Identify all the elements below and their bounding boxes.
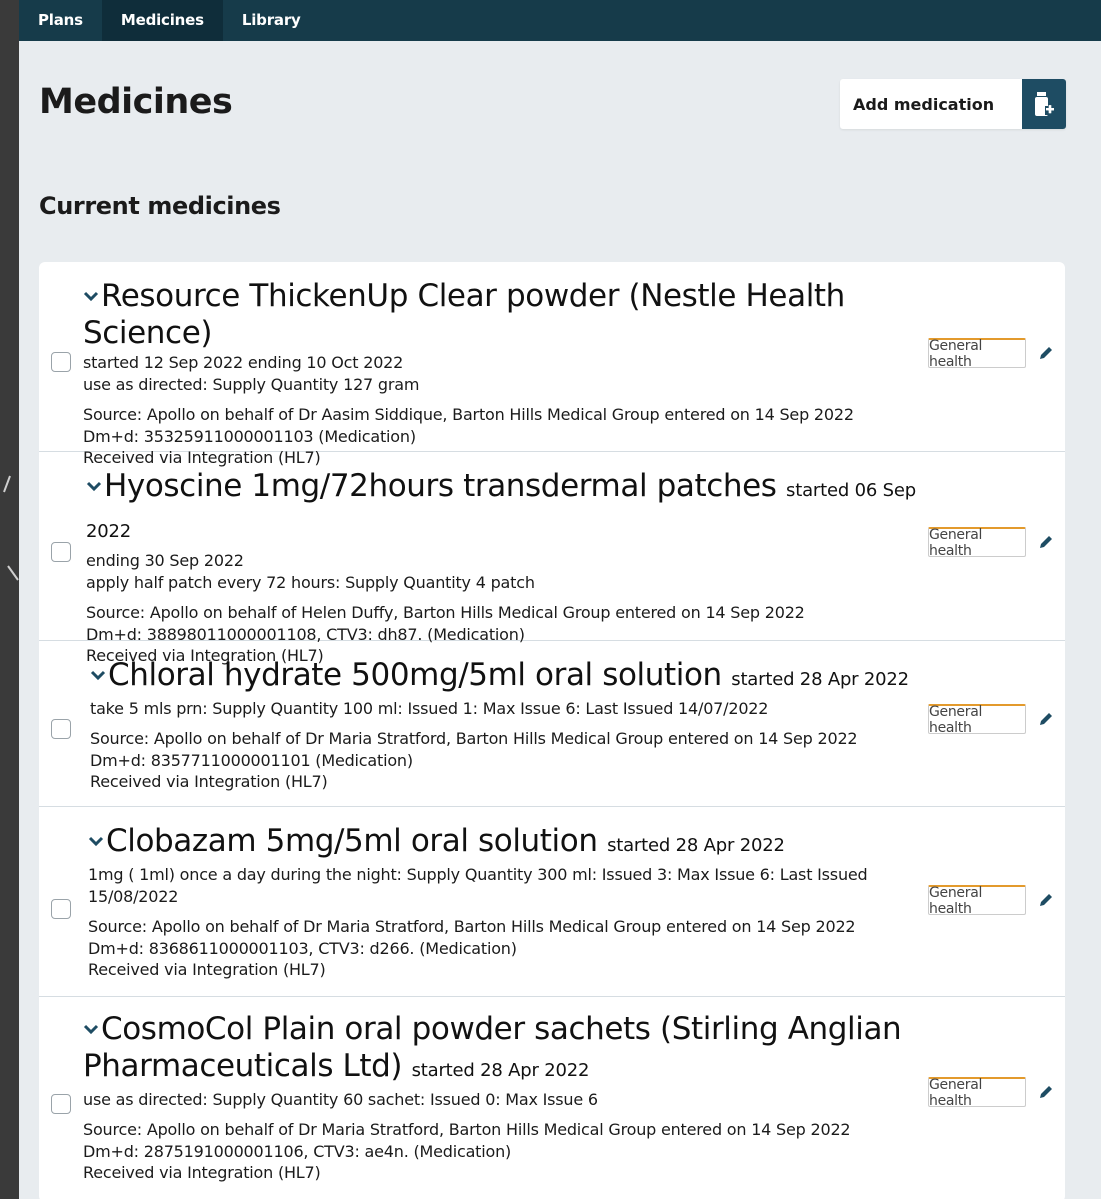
medicine-select-checkbox[interactable] <box>51 899 71 919</box>
category-tag[interactable]: General health <box>928 704 1026 736</box>
pencil-icon[interactable] <box>1038 892 1054 908</box>
received-via: Received via Integration (HL7) <box>88 960 326 979</box>
medicine-name: Resource ThickenUp Clear powder (Nestle … <box>83 278 845 351</box>
medicine-details: CosmoCol Plain oral powder sachets (Stir… <box>83 1011 915 1184</box>
category-tag[interactable]: General health <box>928 885 1026 917</box>
add-medication-button[interactable]: Add medication <box>840 79 1066 129</box>
medicine-select-checkbox[interactable] <box>51 719 71 739</box>
medicine-title[interactable]: Clobazam 5mg/5ml oral solution started 2… <box>88 823 915 864</box>
medicine-last-issued: 15/08/2022 <box>88 887 179 906</box>
pencil-icon[interactable] <box>1038 711 1054 727</box>
medicine-name: Clobazam 5mg/5ml oral solution <box>106 823 598 859</box>
medicine-dosage: take 5 mls prn: Supply Quantity 100 ml: … <box>90 699 769 718</box>
medicine-dates: started 12 Sep 2022 ending 10 Oct 2022 <box>83 353 404 372</box>
category-tag[interactable]: General health <box>928 338 1026 370</box>
medicine-details: Clobazam 5mg/5ml oral solution started 2… <box>88 823 915 981</box>
source-line: Source: Apollo on behalf of Dr Maria Str… <box>90 729 858 748</box>
chevron-down-icon[interactable] <box>90 669 106 681</box>
medicine-started: started 28 Apr 2022 <box>411 1060 590 1081</box>
chevron-down-icon[interactable] <box>83 1023 99 1035</box>
medicine-row: CosmoCol Plain oral powder sachets (Stir… <box>39 997 1065 1199</box>
medicine-source: Source: Apollo on behalf of Dr Maria Str… <box>90 728 945 793</box>
medicine-details: Resource ThickenUp Clear powder (Nestle … <box>83 278 915 469</box>
medicine-source: Source: Apollo on behalf of Dr Maria Str… <box>88 916 915 981</box>
nav-tab-medicines[interactable]: Medicines <box>101 0 223 41</box>
received-via: Received via Integration (HL7) <box>90 772 328 791</box>
source-line: Source: Apollo on behalf of Dr Maria Str… <box>83 1120 851 1139</box>
medicine-started: started 28 Apr 2022 <box>731 669 909 690</box>
medicine-name: Chloral hydrate 500mg/5ml oral solution <box>108 657 722 693</box>
medicine-dosage: 1mg ( 1ml) once a day during the night: … <box>88 865 868 884</box>
medicine-dosage: apply half patch every 72 hours: Supply … <box>86 573 535 592</box>
medicine-row: Hyoscine 1mg/72hours transdermal patches… <box>39 452 1065 665</box>
received-via: Received via Integration (HL7) <box>83 1163 321 1182</box>
app-window: Plans Medicines Library Medicines Add me… <box>19 0 1101 1199</box>
medicine-source: Source: Apollo on behalf of Dr Maria Str… <box>83 1119 915 1184</box>
medicine-title[interactable]: Resource ThickenUp Clear powder (Nestle … <box>83 278 915 352</box>
add-medicine-icon <box>1022 79 1066 129</box>
source-line: Source: Apollo on behalf of Helen Duffy,… <box>86 603 805 622</box>
dmd-code: Dm+d: 35325911000001103 (Medication) <box>83 426 416 446</box>
medicine-row: Resource ThickenUp Clear powder (Nestle … <box>39 262 1065 467</box>
nav-tab-plans[interactable]: Plans <box>19 0 102 41</box>
medicine-select-checkbox[interactable] <box>51 1094 71 1114</box>
dmd-code: Dm+d: 2875191000001106, CTV3: ae4n. (Med… <box>83 1141 512 1161</box>
medicine-title[interactable]: Hyoscine 1mg/72hours transdermal patches… <box>86 468 945 550</box>
category-tag[interactable]: General health <box>928 527 1026 559</box>
pencil-icon[interactable] <box>1038 534 1054 550</box>
medicine-name: Hyoscine 1mg/72hours transdermal patches <box>104 468 777 504</box>
dmd-code: Dm+d: 8368611000001103, CTV3: d266. (Med… <box>88 938 517 958</box>
chevron-down-icon[interactable] <box>83 290 99 302</box>
medicine-started: started 28 Apr 2022 <box>607 835 785 856</box>
source-line: Source: Apollo on behalf of Dr Aasim Sid… <box>83 405 854 424</box>
medicine-details: Hyoscine 1mg/72hours transdermal patches… <box>86 468 945 667</box>
side-decoration <box>3 475 19 581</box>
medicine-title[interactable]: CosmoCol Plain oral powder sachets (Stir… <box>83 1011 915 1089</box>
medicine-row: Clobazam 5mg/5ml oral solution started 2… <box>39 807 1065 997</box>
nav-tab-library[interactable]: Library <box>223 0 320 41</box>
medicine-title[interactable]: Chloral hydrate 500mg/5ml oral solution … <box>90 657 945 698</box>
medicine-select-checkbox[interactable] <box>51 352 71 372</box>
dmd-code: Dm+d: 8357711000001101 (Medication) <box>90 750 413 770</box>
medicine-dosage: use as directed: Supply Quantity 60 sach… <box>83 1090 598 1109</box>
medicine-select-checkbox[interactable] <box>51 542 71 562</box>
section-title-current-medicines: Current medicines <box>39 192 281 220</box>
page-title: Medicines <box>39 82 233 122</box>
add-medication-label: Add medication <box>853 94 995 114</box>
pencil-icon[interactable] <box>1038 345 1054 361</box>
medicine-row: Chloral hydrate 500mg/5ml oral solution … <box>39 641 1065 807</box>
medicine-dosage: use as directed: Supply Quantity 127 gra… <box>83 375 420 394</box>
medicine-dates: ending 30 Sep 2022 <box>86 551 244 570</box>
medicine-list: Resource ThickenUp Clear powder (Nestle … <box>39 262 1065 1199</box>
source-line: Source: Apollo on behalf of Dr Maria Str… <box>88 917 856 936</box>
top-navigation: Plans Medicines Library <box>19 0 1101 41</box>
medicine-details: Chloral hydrate 500mg/5ml oral solution … <box>90 657 945 793</box>
chevron-down-icon[interactable] <box>88 835 104 847</box>
pencil-icon[interactable] <box>1038 1084 1054 1100</box>
category-tag[interactable]: General health <box>928 1077 1026 1109</box>
chevron-down-icon[interactable] <box>86 480 102 492</box>
